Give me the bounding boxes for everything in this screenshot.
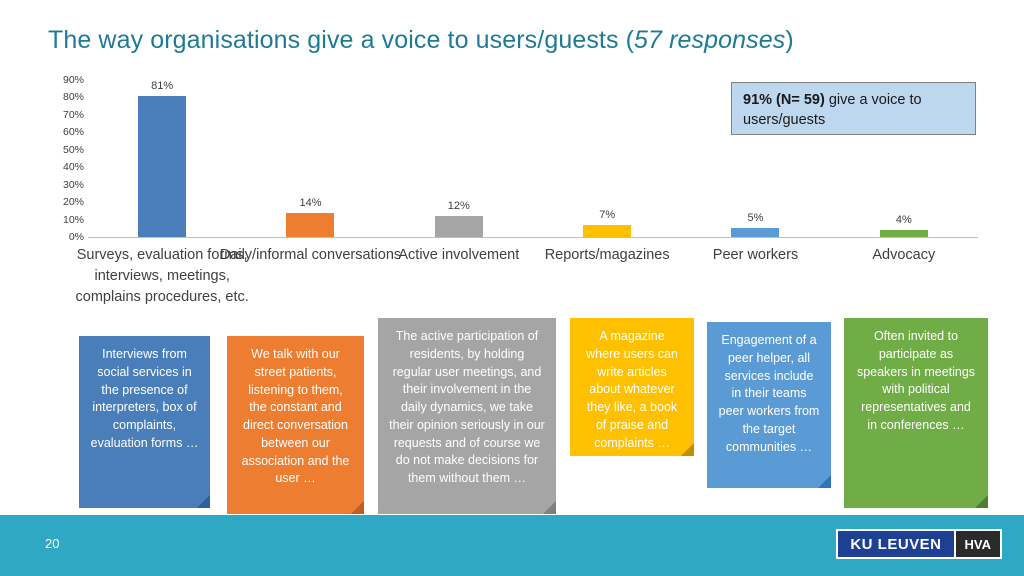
quote-note: Interviews from social services in the p… [79, 336, 210, 508]
quote-note-text: A magazine where users can write article… [586, 329, 678, 450]
quote-note: A magazine where users can write article… [570, 318, 694, 456]
footer-bar: 20 KU LEUVEN HVA [0, 515, 1024, 576]
y-axis-tick: 0% [68, 231, 84, 243]
bar-slot: 7% [533, 80, 681, 237]
bar [731, 228, 780, 237]
y-axis-tick: 90% [62, 74, 84, 86]
quote-note: The active participation of residents, b… [378, 318, 556, 514]
page-title-end: ) [785, 26, 794, 54]
y-axis-tick: 70% [62, 108, 84, 121]
quote-note-text: Engagement of a peer helper, all service… [718, 333, 820, 454]
note-fold-corner [681, 443, 694, 456]
page-title-emphasis: 57 responses [634, 26, 786, 54]
slide-number: 20 [45, 536, 60, 551]
bar-slot: 14% [236, 80, 384, 237]
bar-value-label: 4% [895, 214, 912, 227]
bar-slot: 4% [830, 80, 978, 237]
note-fold-corner [975, 495, 988, 508]
plot-area: 81% 14% 12% 7% 5% 4% [88, 80, 978, 238]
note-fold-corner [197, 495, 210, 508]
y-axis-tick: 40% [62, 161, 84, 174]
quote-note-text: The active participation of residents, b… [389, 329, 545, 485]
note-fold-corner [818, 475, 831, 488]
hva-logo: HVA [955, 529, 1002, 559]
quote-note-text: Interviews from social services in the p… [90, 347, 199, 450]
y-axis-tick: 60% [62, 126, 84, 139]
bar-value-label: 7% [599, 208, 616, 221]
quote-note: We talk with our street patients, listen… [227, 336, 364, 514]
y-axis-tick: 30% [62, 178, 84, 191]
bar [879, 230, 928, 237]
y-axis-tick: 80% [62, 91, 84, 104]
logo-group: KU LEUVEN HVA [836, 529, 1002, 559]
bar-value-label: 14% [299, 196, 322, 209]
y-axis-tick: 20% [62, 196, 84, 209]
bar-value-label: 12% [447, 200, 470, 213]
note-fold-corner [351, 501, 364, 514]
quote-note-text: We talk with our street patients, listen… [241, 347, 350, 486]
quote-note-text: Often invited to participate as speakers… [856, 329, 976, 432]
bar [138, 95, 187, 237]
bar-value-label: 5% [747, 212, 764, 225]
y-axis-tick: 10% [62, 213, 84, 226]
quote-note: Engagement of a peer helper, all service… [707, 322, 831, 488]
ku-leuven-logo: KU LEUVEN [836, 529, 956, 559]
bar-chart: 0% 10% 20% 30% 40% 50% 60% 70% 80% 90% 81% 14% 12% 7… [48, 74, 978, 245]
x-axis-label: Advocacy [872, 247, 936, 263]
bar-slot: 81% [88, 80, 236, 237]
bar-value-label: 81% [151, 79, 174, 92]
bar [583, 224, 632, 237]
bar-slot: 12% [385, 80, 533, 237]
quote-note: Often invited to participate as speakers… [844, 318, 988, 508]
y-axis-tick: 50% [62, 143, 84, 156]
page-title: The way organisations give a voice to us… [48, 26, 794, 55]
note-fold-corner [543, 501, 556, 514]
bar [286, 212, 335, 237]
y-axis: 0% 10% 20% 30% 40% 50% 60% 70% 80% 90% [48, 74, 88, 243]
bar-slot: 5% [681, 80, 829, 237]
page-title-main: The way organisations give a voice to us… [48, 26, 635, 54]
bar [434, 216, 483, 237]
